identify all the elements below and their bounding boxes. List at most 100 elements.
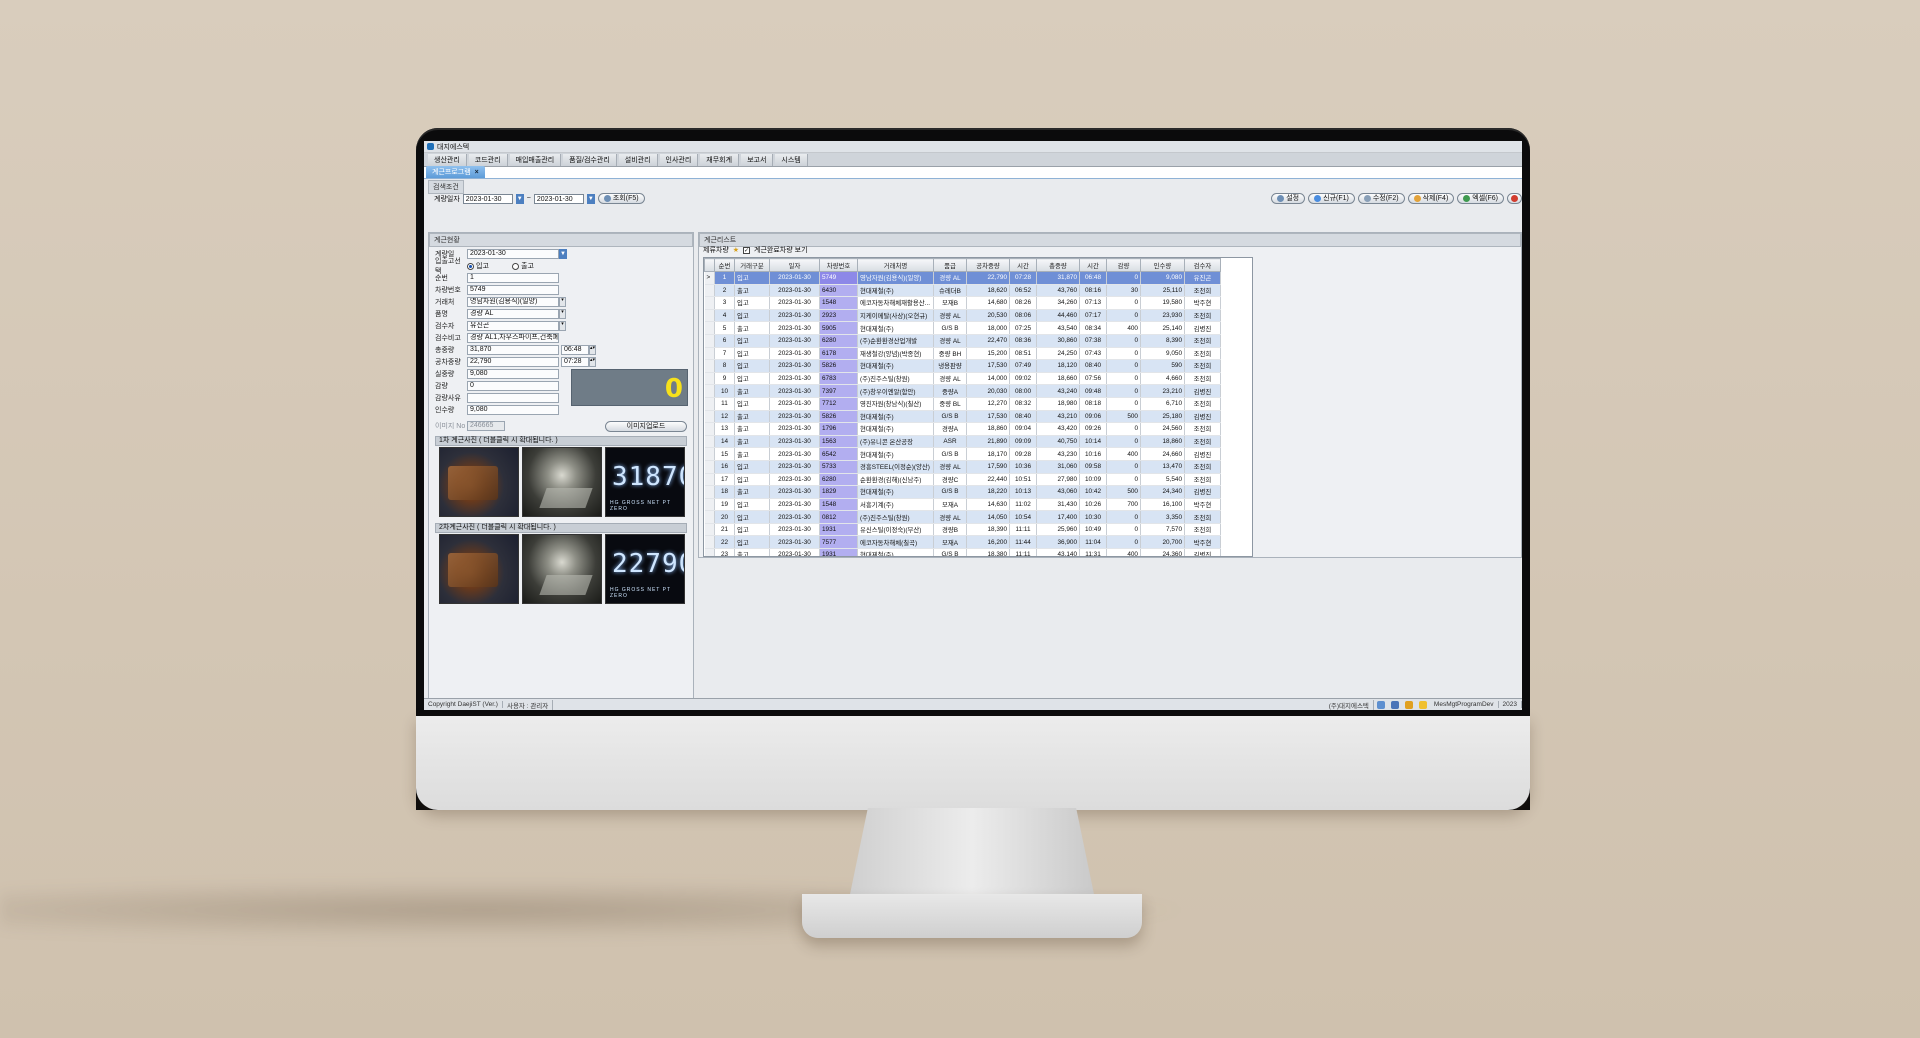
table-row[interactable]: 4 입고 2023-01-30 2923 지케이메탈(사상)(오현규) 경량 AL 20,5… xyxy=(704,309,1221,323)
weigh-date-field[interactable]: 2023-01-30 xyxy=(467,249,559,259)
close-icon[interactable]: × xyxy=(475,169,479,176)
menu-finance[interactable]: 재무회계 xyxy=(700,153,740,166)
menu-purchase-sales[interactable]: 매입매출관리 xyxy=(509,153,562,166)
take-weight-field[interactable]: 9,080 xyxy=(467,405,559,415)
table-cell: 김병진 xyxy=(1184,447,1221,461)
table-cell: 07:28 xyxy=(1009,271,1037,285)
table-row[interactable]: 2 출고 2023-01-30 6430 현대제철(주) 슈레더B 18,620 06:52 4… xyxy=(704,284,1221,298)
table-row[interactable]: 18 출고 2023-01-30 1829 현대제철(주) G/S B 18,220 10:1… xyxy=(704,485,1221,499)
photo1-bay[interactable] xyxy=(522,447,602,517)
table-row[interactable]: 19 입고 2023-01-30 1548 서흥기계(주) 모재A 14,630 11:02 3… xyxy=(704,498,1221,512)
table-cell: G/S B xyxy=(933,548,967,556)
deduct-field[interactable]: 0 xyxy=(467,381,559,391)
column-header[interactable]: 순번 xyxy=(714,258,735,272)
new-button[interactable]: 신규(F1) xyxy=(1308,193,1355,204)
menu-report[interactable]: 보고서 xyxy=(741,153,774,166)
chevron-down-icon[interactable]: ▾ xyxy=(559,297,566,307)
chevron-down-icon[interactable]: ▼ xyxy=(586,193,595,204)
table-row[interactable]: 11 입고 2023-01-30 7712 영진자원(창남식)(칠산) 중량 BL 12,2… xyxy=(704,397,1221,411)
column-header[interactable]: 차량번호 xyxy=(819,258,858,272)
date-from-input[interactable]: 2023-01-30 xyxy=(462,193,513,204)
excel-button[interactable]: 엑셀(F6) xyxy=(1457,193,1504,204)
table-row[interactable]: 21 입고 2023-01-30 1931 유신스틸(이정숙)(부산) 경량B 18,390… xyxy=(704,523,1221,537)
table-row[interactable]: 8 입고 2023-01-30 5826 현대제철(주) 냉용판량 17,530 07:49 1… xyxy=(704,359,1221,373)
date-to-input[interactable]: 2023-01-30 xyxy=(533,193,584,204)
table-row[interactable]: 9 입고 2023-01-30 6783 (주)진주스틸(창원) 경량 AL 14,000 0… xyxy=(704,372,1221,386)
table-cell: 2023-01-30 xyxy=(769,334,820,348)
chevron-down-icon[interactable]: ▼ xyxy=(559,249,567,259)
table-row[interactable]: >1 입고 2023-01-30 5749 영남자원(김용식)(일양) 경량 AL 22,7… xyxy=(704,271,1221,285)
table-row[interactable]: 14 출고 2023-01-30 1563 (주)유니콘 온산공장 ASR 21,890 09… xyxy=(704,435,1221,449)
chevron-down-icon[interactable]: ▼ xyxy=(515,193,524,204)
photo2-scale-display[interactable]: 22790 HG GROSS NET PT ZERO xyxy=(605,534,685,604)
table-row[interactable]: 15 출고 2023-01-30 6542 현대제철(주) G/S B 18,170 09:2… xyxy=(704,447,1221,461)
note-field[interactable]: 경량 AL1,차우스파이프,건축폐자재 xyxy=(467,333,559,343)
column-header[interactable]: 총중량 xyxy=(1036,258,1080,272)
table-row[interactable]: 16 입고 2023-01-30 5733 경흥STEEL(이정순)(양산) 경량 AL 1… xyxy=(704,460,1221,474)
column-header[interactable]: 일자 xyxy=(769,258,820,272)
delete-button[interactable]: 삭제(F4) xyxy=(1407,193,1455,204)
gross-weight-field[interactable]: 31,870 xyxy=(467,345,559,355)
table-cell: 17,400 xyxy=(1036,510,1080,524)
table-cell: 조천희 xyxy=(1184,473,1221,487)
column-header[interactable]: 감량 xyxy=(1106,258,1141,272)
item-field[interactable]: 경량 AL xyxy=(467,309,559,319)
photo2-truck[interactable] xyxy=(439,534,519,604)
net-weight-field[interactable]: 9,080 xyxy=(467,369,559,379)
time-spinner[interactable]: ▴▾ xyxy=(589,357,596,367)
inspector-field[interactable]: 유진곤 xyxy=(467,321,559,331)
plus-icon xyxy=(1314,195,1322,202)
photo1-scale-display[interactable]: 31870 HG GROSS NET PT ZERO xyxy=(605,447,685,517)
search-button[interactable]: 조회(F5) xyxy=(597,193,645,204)
image-upload-button[interactable]: 이미지업로드 xyxy=(605,420,687,432)
menu-hr[interactable]: 인사관리 xyxy=(659,153,699,166)
column-header[interactable]: 인수량 xyxy=(1140,258,1185,272)
settings-button[interactable]: 설정 xyxy=(1271,193,1306,204)
time-spinner[interactable]: ▴▾ xyxy=(589,345,596,355)
checkbox-completed-label: 계근완료차량 보기 xyxy=(754,247,808,254)
car-number-field[interactable]: 5749 xyxy=(467,285,559,295)
photo2-bay[interactable] xyxy=(522,534,602,604)
column-header[interactable]: 거래구분 xyxy=(734,258,770,272)
column-header[interactable]: 검수자 xyxy=(1184,258,1221,272)
table-row[interactable]: 20 입고 2023-01-30 0812 (주)진주스틸(창원) 경량 AL 14,050… xyxy=(704,510,1221,524)
table-row[interactable]: 17 입고 2023-01-30 6280 순환환경(김해)(신남주) 경량C 22,440… xyxy=(704,473,1221,487)
menu-production[interactable]: 생산관리 xyxy=(428,153,467,166)
menu-code[interactable]: 코드관리 xyxy=(468,153,508,166)
client-field[interactable]: 영남자원(김용식)(일양) xyxy=(467,297,559,307)
table-row[interactable]: 5 출고 2023-01-30 5905 현대제철(주) G/S B 18,000 07:25… xyxy=(704,321,1221,335)
photo1-truck[interactable] xyxy=(439,447,519,517)
checkbox-completed[interactable]: ✓ xyxy=(743,246,751,254)
gross-time-field[interactable]: 06:48 xyxy=(561,345,589,355)
tare-weight-field[interactable]: 22,790 xyxy=(467,357,559,367)
chevron-down-icon[interactable]: ▾ xyxy=(559,309,566,319)
table-row[interactable]: 22 입고 2023-01-30 7577 에코자동차해체(칠곡) 모재A 16,200 11… xyxy=(704,535,1221,550)
column-header[interactable]: 공차중량 xyxy=(966,258,1010,272)
table-row[interactable]: 3 입고 2023-01-30 1548 에코자동차해체재활용산... 모재B 14,680… xyxy=(704,296,1221,310)
edit-button[interactable]: 수정(F2) xyxy=(1357,193,1405,204)
table-row[interactable]: 13 출고 2023-01-30 1796 현대제철(주) 경량A 18,860 09:04 4… xyxy=(704,422,1221,436)
chevron-down-icon[interactable]: ▾ xyxy=(559,321,566,331)
close-button[interactable] xyxy=(1507,193,1522,204)
table-row[interactable]: 7 입고 2023-01-30 6178 재생철강(양념)(박종현) 중량 BH 15,20… xyxy=(704,347,1221,361)
seq-field[interactable]: 1 xyxy=(467,273,559,283)
row-seq: 순번 1 xyxy=(435,273,559,283)
table-cell: 31,870 xyxy=(1036,271,1080,285)
column-header[interactable]: 품급 xyxy=(933,258,967,272)
tab-weighing-program[interactable]: 계근프로그램 × xyxy=(426,166,485,178)
radio-out[interactable]: 출고 xyxy=(512,261,534,271)
table-row[interactable]: 6 입고 2023-01-30 6280 (주)순환환경산업개발 경량 AL 22,470 0… xyxy=(704,334,1221,348)
column-header[interactable]: 시간 xyxy=(1079,258,1107,272)
deduct-reason-field[interactable] xyxy=(467,393,559,403)
table-row[interactable]: 10 출고 2023-01-30 7397 (주)창우이엔알(함안) 중량A 20,030 0… xyxy=(704,384,1221,398)
radio-in[interactable]: 입고 xyxy=(467,261,512,271)
table-row[interactable]: 23 출고 2023-01-30 1931 현대제철(주) G/S B 18,380 11:1… xyxy=(704,548,1221,556)
column-header[interactable]: 시간 xyxy=(1009,258,1037,272)
menu-equipment[interactable]: 설비관리 xyxy=(618,153,658,166)
tare-time-field[interactable]: 07:28 xyxy=(561,357,589,367)
table-row[interactable]: 12 출고 2023-01-30 5826 현대제철(주) G/S B 17,530 08:4… xyxy=(704,410,1221,424)
column-header[interactable]: 거래처명 xyxy=(857,258,934,272)
menu-quality[interactable]: 품질/검수관리 xyxy=(563,153,617,166)
edit-icon xyxy=(1363,195,1371,202)
menu-system[interactable]: 시스템 xyxy=(775,153,808,166)
